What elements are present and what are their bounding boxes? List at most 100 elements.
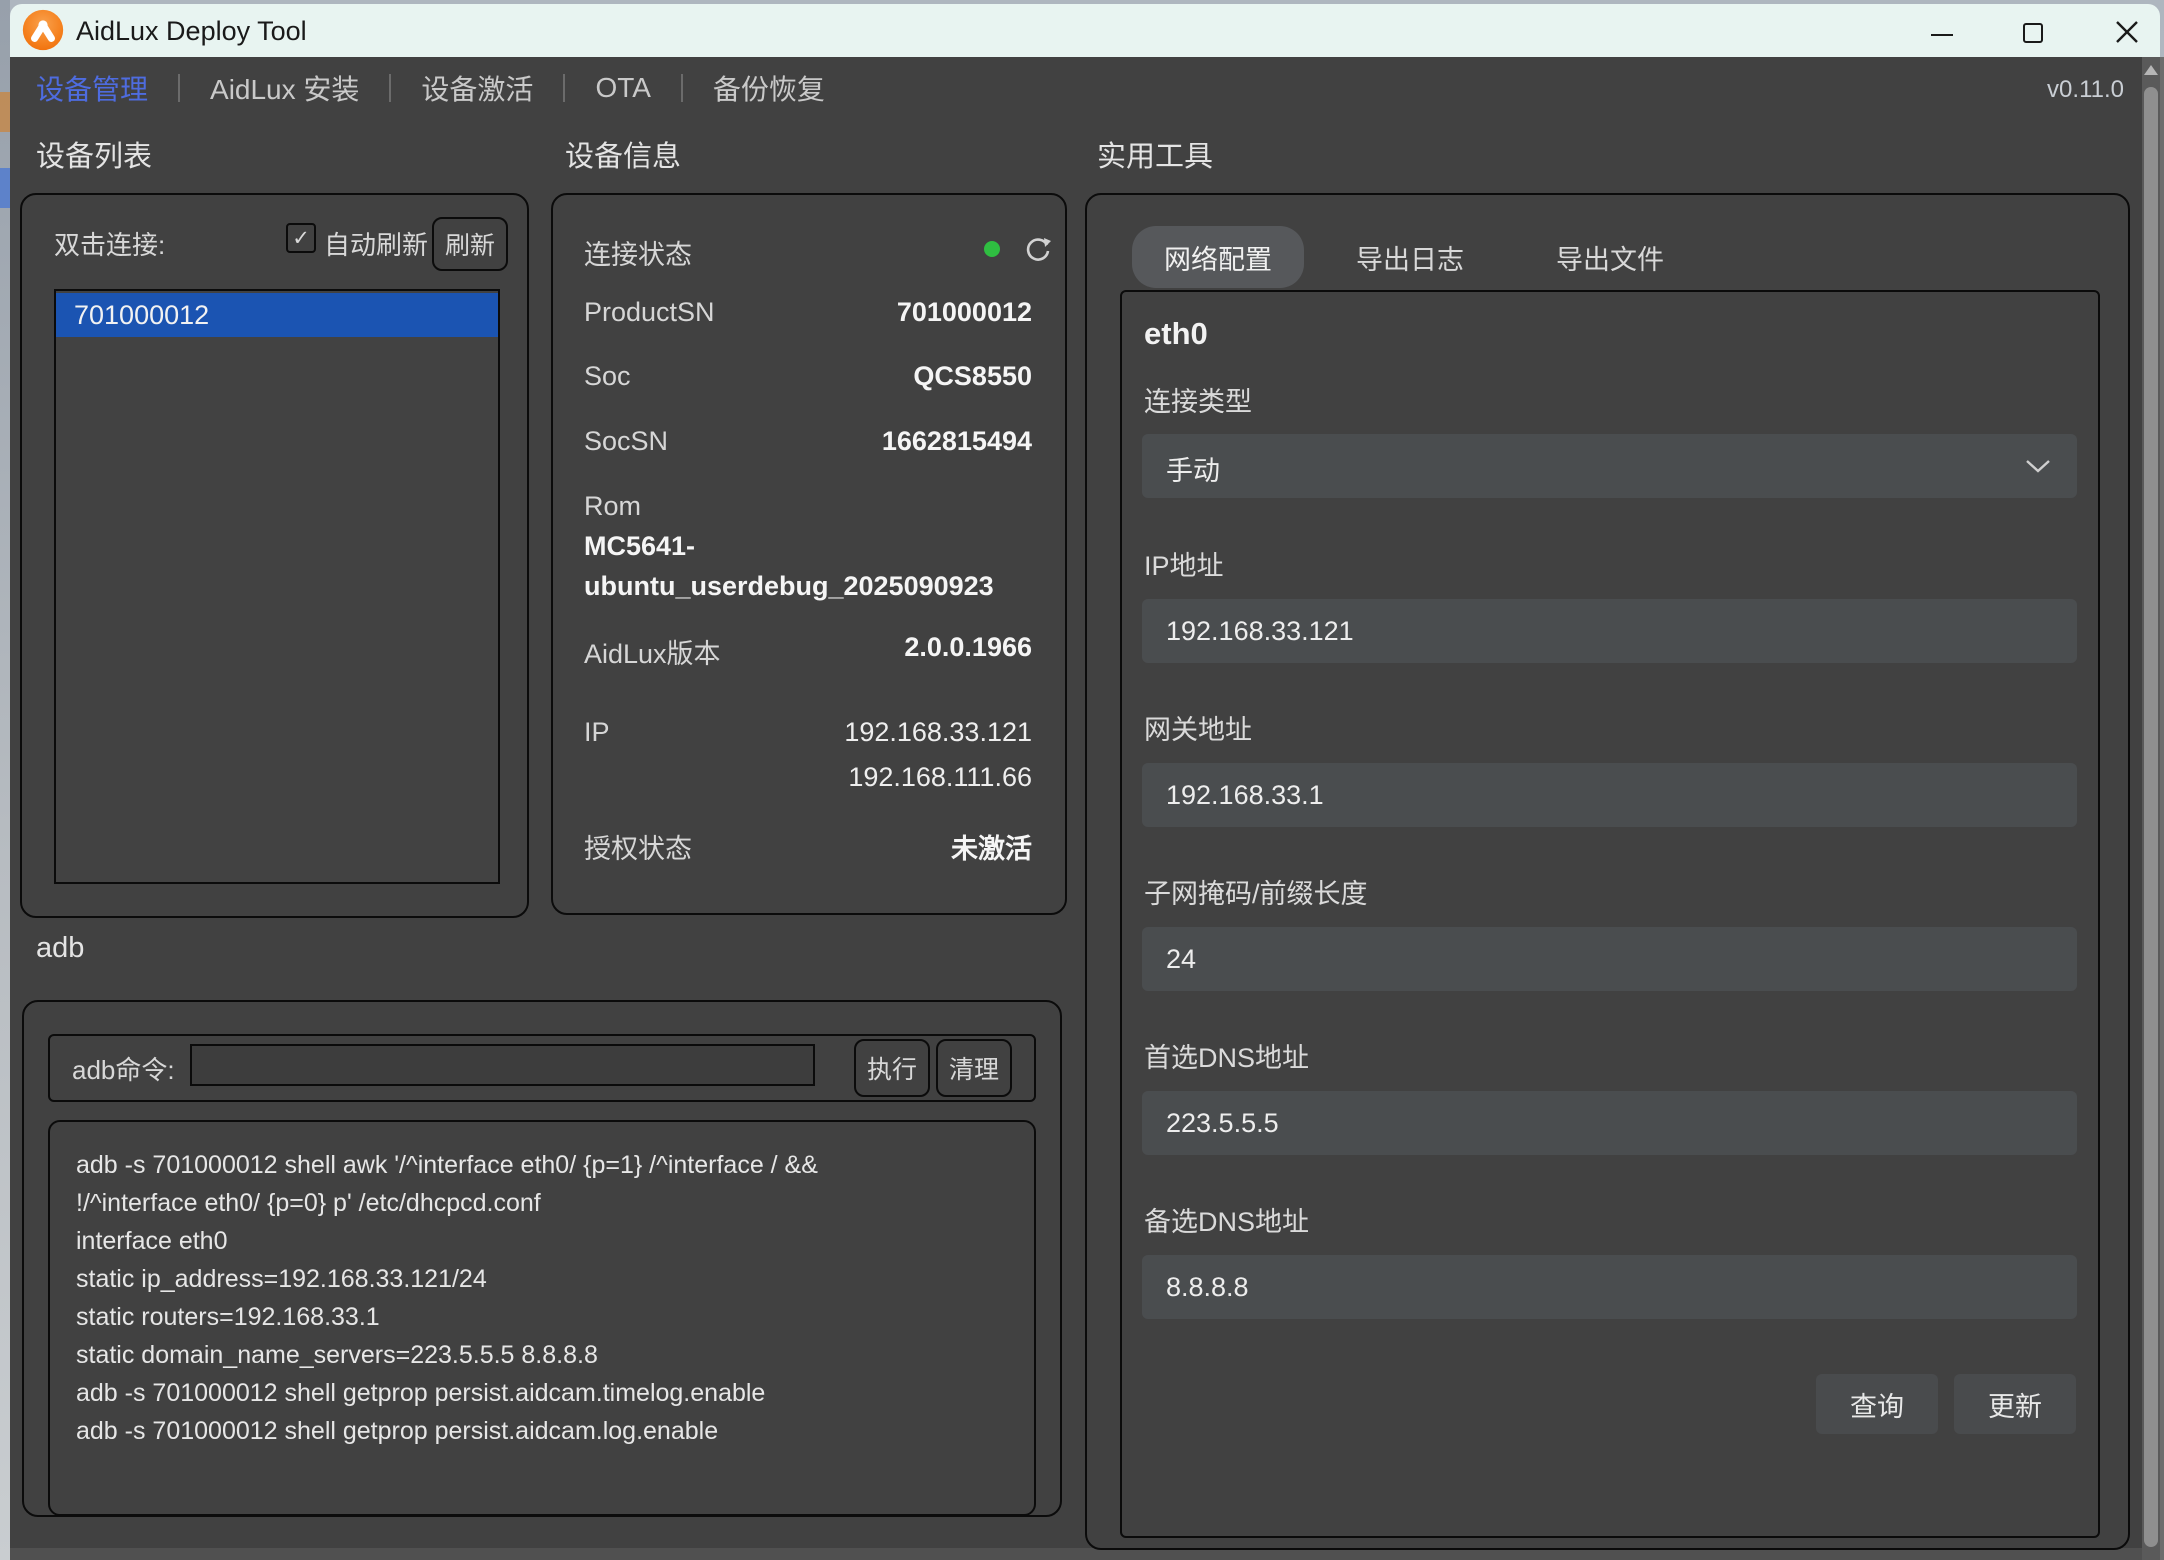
- aidlux-version-row: AidLux版本 2.0.0.1966: [584, 632, 1032, 672]
- productsn-row: ProductSN 701000012: [584, 297, 1032, 337]
- device-list-heading: 设备列表: [36, 133, 152, 175]
- adb-command-input[interactable]: [190, 1044, 815, 1086]
- vertical-scrollbar[interactable]: [2142, 57, 2160, 1560]
- ip-label: IP: [584, 717, 610, 748]
- tab-export-files[interactable]: 导出文件: [1540, 226, 1680, 288]
- tab-export-logs[interactable]: 导出日志: [1340, 226, 1480, 288]
- connection-type-select[interactable]: 手动: [1142, 434, 2077, 498]
- maximize-icon: [2023, 23, 2043, 43]
- execute-button[interactable]: 执行: [854, 1039, 930, 1097]
- network-config-panel: eth0 连接类型 手动 IP地址 网关地址 子网掩码/前缀长度 首选DNS地址…: [1120, 290, 2100, 1538]
- connection-type-label: 连接类型: [1144, 380, 1252, 419]
- ip-value-1: 192.168.33.121: [844, 717, 1032, 748]
- tab-network-config[interactable]: 网络配置: [1132, 226, 1304, 288]
- nav-separator: [178, 74, 180, 102]
- aidlux-version-label: AidLux版本: [584, 632, 721, 671]
- aidlux-logo-icon: [22, 9, 64, 51]
- device-list-panel: 双击连接: ✓ 自动刷新 刷新 701000012: [20, 193, 529, 918]
- window-title: AidLux Deploy Tool: [76, 16, 307, 47]
- soc-row: Soc QCS8550: [584, 361, 1032, 401]
- ip-value-2: 192.168.111.66: [848, 762, 1032, 793]
- nav-tab-backup-restore[interactable]: 备份恢复: [713, 68, 825, 108]
- auth-status-value: 未激活: [951, 827, 1032, 866]
- aidlux-version-value: 2.0.0.1966: [904, 632, 1032, 663]
- secondary-dns-input[interactable]: [1142, 1255, 2077, 1319]
- log-line: static routers=192.168.33.1: [76, 1298, 380, 1336]
- rom-value-line2: ubuntu_userdebug_2025090923: [584, 571, 994, 602]
- rom-value-line1: MC5641-: [584, 531, 695, 562]
- log-line: adb -s 701000012 shell awk '/^interface …: [76, 1146, 818, 1184]
- main-nav: 设备管理 AidLux 安装 设备激活 OTA 备份恢复: [36, 66, 825, 110]
- primary-dns-label: 首选DNS地址: [1144, 1036, 1309, 1075]
- log-line: static ip_address=192.168.33.121/24: [76, 1260, 487, 1298]
- secondary-dns-label: 备选DNS地址: [1144, 1200, 1309, 1239]
- close-button[interactable]: [2099, 8, 2155, 54]
- desktop-wallpaper-fragment: [0, 168, 10, 208]
- adb-panel: adb命令: 执行 清理 adb -s 701000012 shell awk …: [22, 1000, 1062, 1517]
- subnet-mask-label: 子网掩码/前缀长度: [1144, 872, 1368, 911]
- device-listbox[interactable]: 701000012: [54, 289, 500, 884]
- tools-heading: 实用工具: [1097, 133, 1213, 175]
- scrollbar-thumb[interactable]: [2144, 87, 2158, 1547]
- ip-row-2: 192.168.111.66: [584, 762, 1032, 802]
- nav-tab-aidlux-install[interactable]: AidLux 安装: [210, 68, 359, 108]
- update-button[interactable]: 更新: [1954, 1374, 2076, 1434]
- soc-label: Soc: [584, 361, 631, 392]
- refresh-icon[interactable]: [1024, 235, 1052, 263]
- tools-panel: 网络配置 导出日志 导出文件 eth0 连接类型 手动 IP地址 网关地址 子网…: [1085, 193, 2130, 1550]
- minimize-button[interactable]: [1914, 8, 1970, 54]
- connection-status-row: 连接状态: [584, 233, 1032, 273]
- desktop-edge: [0, 0, 10, 1560]
- nav-separator: [563, 74, 565, 102]
- titlebar: AidLux Deploy Tool: [10, 4, 2160, 57]
- device-list-item-selected[interactable]: 701000012: [56, 293, 498, 337]
- gateway-input[interactable]: [1142, 763, 2077, 827]
- clear-button[interactable]: 清理: [936, 1039, 1012, 1097]
- soc-value: QCS8550: [913, 361, 1032, 392]
- auth-status-row: 授权状态 未激活: [584, 827, 1032, 867]
- app-version: v0.11.0: [2018, 76, 2124, 104]
- nav-tab-device-management[interactable]: 设备管理: [36, 68, 148, 108]
- log-line: !/^interface eth0/ {p=0} p' /etc/dhcpcd.…: [76, 1184, 541, 1222]
- log-line: interface eth0: [76, 1222, 228, 1260]
- rom-row: Rom: [584, 491, 1032, 531]
- log-line: adb -s 701000012 shell getprop persist.a…: [76, 1412, 718, 1450]
- connection-status-label: 连接状态: [584, 233, 692, 272]
- connection-type-value: 手动: [1166, 449, 1220, 488]
- auto-refresh-checkbox[interactable]: ✓: [286, 223, 316, 253]
- socsn-label: SocSN: [584, 426, 668, 457]
- ip-address-label: IP地址: [1144, 544, 1224, 583]
- subnet-mask-input[interactable]: [1142, 927, 2077, 991]
- window-edge: [2160, 57, 2164, 1560]
- scroll-up-arrow-icon[interactable]: [2144, 65, 2158, 75]
- log-line: static domain_name_servers=223.5.5.5 8.8…: [76, 1336, 598, 1374]
- adb-heading: adb: [36, 932, 84, 965]
- double-click-hint: 双击连接:: [54, 225, 165, 262]
- maximize-button[interactable]: [2004, 8, 2060, 54]
- auth-status-label: 授权状态: [584, 827, 692, 866]
- status-green-dot-icon: [984, 241, 1000, 257]
- minimize-icon: [1931, 34, 1953, 36]
- checkmark-icon: ✓: [292, 226, 310, 251]
- socsn-value: 1662815494: [882, 426, 1032, 457]
- nav-tab-ota[interactable]: OTA: [595, 72, 650, 104]
- ip-row: IP 192.168.33.121: [584, 717, 1032, 757]
- ip-address-input[interactable]: [1142, 599, 2077, 663]
- query-button[interactable]: 查询: [1816, 1374, 1938, 1434]
- gateway-label: 网关地址: [1144, 708, 1252, 747]
- primary-dns-input[interactable]: [1142, 1091, 2077, 1155]
- close-icon: [2099, 8, 2155, 54]
- socsn-row: SocSN 1662815494: [584, 426, 1032, 466]
- adb-log-output[interactable]: adb -s 701000012 shell awk '/^interface …: [48, 1120, 1036, 1516]
- nav-separator: [389, 74, 391, 102]
- desktop-wallpaper-fragment: [0, 92, 10, 132]
- chevron-down-icon: [2025, 458, 2051, 474]
- adb-command-row: adb命令: 执行 清理: [48, 1034, 1036, 1102]
- productsn-label: ProductSN: [584, 297, 715, 328]
- nav-tab-device-activation[interactable]: 设备激活: [421, 68, 533, 108]
- refresh-button[interactable]: 刷新: [432, 217, 508, 271]
- adb-command-label: adb命令:: [72, 1050, 175, 1087]
- app-root: AidLux Deploy Tool 设备管理 AidLux 安装 设备激活 O…: [0, 0, 2164, 1560]
- device-info-heading: 设备信息: [565, 133, 681, 175]
- productsn-value: 701000012: [897, 297, 1032, 328]
